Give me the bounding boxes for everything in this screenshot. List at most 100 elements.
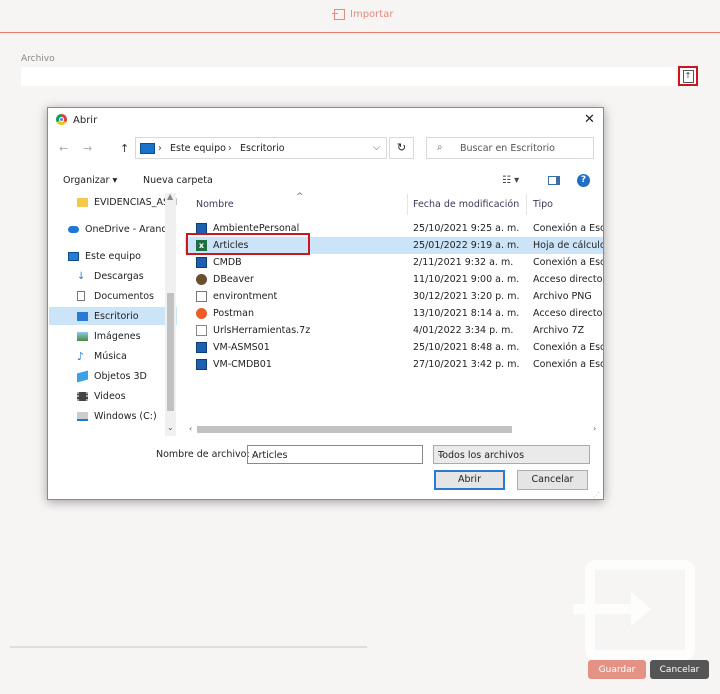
file-type: Conexión a Escritorio	[533, 223, 603, 234]
file-type: Archivo 7Z	[533, 325, 585, 336]
tree-item-label: OneDrive - Aranda	[85, 223, 174, 235]
file-list-scrollbar[interactable]: ‹ ›	[185, 422, 603, 436]
organize-button[interactable]: Organizar ▾	[63, 175, 117, 186]
column-divider[interactable]	[526, 194, 527, 215]
archivo-label: Archivo	[21, 54, 55, 64]
import-label: Importar	[350, 9, 394, 20]
help-icon[interactable]: ?	[577, 174, 590, 187]
scrollbar-thumb[interactable]	[167, 293, 174, 411]
desktop-icon	[77, 311, 88, 321]
save-button[interactable]: Guardar	[588, 660, 646, 679]
tree-item-label: Videos	[94, 390, 126, 402]
back-arrow-icon[interactable]: ←	[59, 142, 68, 155]
import-tab[interactable]: Importar	[332, 9, 394, 20]
scroll-up-icon[interactable]: ▲	[167, 192, 173, 201]
tree-item-videos[interactable]: Videos	[49, 387, 177, 405]
breadcrumb-este-equipo[interactable]: Este equipo	[170, 143, 226, 154]
file-row[interactable]: DBeaver 11/10/2021 9:00 a. m. Acceso dir…	[185, 271, 603, 288]
filetype-select[interactable]: Todos los archivos ⌵	[433, 445, 590, 464]
tree-item-descargas[interactable]: ↓ Descargas	[49, 267, 177, 285]
close-icon[interactable]: ✕	[584, 112, 595, 127]
chevron-down-icon[interactable]: ⌄	[167, 423, 174, 432]
tree-item-este-equipo[interactable]: Este equipo	[49, 247, 177, 265]
tree-item-escritorio[interactable]: Escritorio	[49, 307, 177, 325]
file-name: VM-ASMS01	[213, 342, 270, 353]
preview-pane-icon[interactable]	[548, 176, 560, 185]
new-folder-button[interactable]: Nueva carpeta	[143, 175, 213, 186]
column-header-label: Nombre	[196, 199, 234, 210]
file-name: DBeaver	[213, 274, 254, 285]
refresh-button[interactable]: ↻	[389, 137, 414, 159]
drive-icon	[77, 411, 88, 421]
chevron-down-icon: ⌵	[438, 450, 445, 459]
tree-item-musica[interactable]: ♪ Música	[49, 347, 177, 365]
rdp-icon	[196, 342, 207, 353]
file-type: Conexión a Escritorio	[533, 257, 603, 268]
upload-icon: ↑	[682, 69, 694, 83]
file-row[interactable]: environtment 30/12/2021 3:20 p. m. Archi…	[185, 288, 603, 305]
tree-scrollbar[interactable]: ▲ ⌄	[165, 192, 176, 436]
search-input[interactable]: ⌕ Buscar en Escritorio	[426, 137, 594, 159]
scrollbar-thumb[interactable]	[197, 426, 512, 433]
highlight-box	[186, 233, 310, 255]
chrome-icon	[56, 114, 67, 125]
folder-icon	[77, 197, 88, 207]
tree-item-documentos[interactable]: Documentos	[49, 287, 177, 305]
tree-item-label: Windows (C:)	[94, 410, 157, 422]
video-icon	[77, 391, 88, 401]
file-date: 25/01/2022 9:19 a. m.	[413, 240, 520, 251]
dialog-titlebar: Abrir ✕	[48, 108, 603, 132]
breadcrumb-separator-icon: ›	[228, 143, 232, 154]
column-header-type[interactable]: Tipo	[533, 194, 603, 215]
tree-item-evidencias[interactable]: EVIDENCIAS_ASM	[49, 193, 177, 211]
file-row[interactable]: VM-ASMS01 25/10/2021 8:48 a. m. Conexión…	[185, 339, 603, 356]
dialog-cancel-button[interactable]: Cancelar	[517, 470, 588, 490]
column-divider[interactable]	[407, 194, 408, 215]
divider	[10, 646, 367, 648]
tree-item-onedrive[interactable]: OneDrive - Aranda	[49, 220, 177, 238]
file-type: Hoja de cálculo	[533, 240, 603, 251]
scroll-left-icon[interactable]: ‹	[189, 424, 192, 433]
column-header-name[interactable]: Nombre	[196, 194, 406, 215]
file-date: 2/11/2021 9:32 a. m.	[413, 257, 514, 268]
view-options-icon[interactable]: ☷ ▾	[502, 175, 519, 186]
upload-button[interactable]: ↑	[678, 66, 698, 86]
import-icon	[332, 9, 345, 20]
postman-icon	[196, 308, 207, 319]
filename-input[interactable]: Articles ⌵	[247, 445, 423, 464]
file-name: Postman	[213, 308, 254, 319]
tree-item-imagenes[interactable]: Imágenes	[49, 327, 177, 345]
chevron-down-icon[interactable]: ⌵	[373, 143, 380, 153]
import-watermark-icon	[573, 560, 695, 660]
file-name: environtment	[213, 291, 278, 302]
file-row[interactable]: UrlsHerramientas.7z 4/01/2022 3:34 p. m.…	[185, 322, 603, 339]
breadcrumb-escritorio[interactable]: Escritorio	[240, 143, 285, 154]
download-icon: ↓	[77, 270, 86, 282]
cancel-button[interactable]: Cancelar	[650, 660, 709, 679]
archivo-field[interactable]	[21, 67, 676, 86]
open-button[interactable]: Abrir	[434, 470, 505, 490]
tree-item-windows-c[interactable]: Windows (C:)	[49, 407, 177, 425]
column-header-date[interactable]: Fecha de modificación	[413, 194, 527, 215]
breadcrumb-separator-icon: ›	[158, 143, 162, 154]
address-bar[interactable]: › Este equipo › Escritorio ⌵	[135, 137, 387, 159]
open-file-dialog: Abrir ✕ ← → ↑ › Este equipo › Escritorio…	[47, 107, 604, 500]
column-header-label: Fecha de modificación	[413, 199, 520, 210]
file-date: 13/10/2021 8:14 a. m.	[413, 308, 520, 319]
dialog-toolbar: Organizar ▾ Nueva carpeta ☷ ▾ ?	[48, 170, 603, 192]
resize-grip-icon[interactable]: ⋰	[593, 491, 600, 499]
up-arrow-icon[interactable]: ↑	[120, 142, 129, 155]
tree-item-objetos-3d[interactable]: Objetos 3D	[49, 367, 177, 385]
file-date: 11/10/2021 9:00 a. m.	[413, 274, 520, 285]
file-name: UrlsHerramientas.7z	[213, 325, 311, 336]
tree-item-label: Este equipo	[85, 250, 141, 262]
file-type: Archivo PNG	[533, 291, 592, 302]
chevron-down-icon[interactable]: ⌵	[252, 450, 418, 460]
file-row[interactable]: CMDB 2/11/2021 9:32 a. m. Conexión a Esc…	[185, 254, 603, 271]
refresh-icon: ↻	[396, 141, 407, 154]
scroll-right-icon[interactable]: ›	[593, 424, 596, 433]
pictures-icon	[77, 331, 88, 341]
file-row[interactable]: Postman 13/10/2021 8:14 a. m. Acceso dir…	[185, 305, 603, 322]
file-row[interactable]: VM-CMDB01 27/10/2021 3:42 p. m. Conexión…	[185, 356, 603, 373]
forward-arrow-icon[interactable]: →	[83, 142, 92, 155]
